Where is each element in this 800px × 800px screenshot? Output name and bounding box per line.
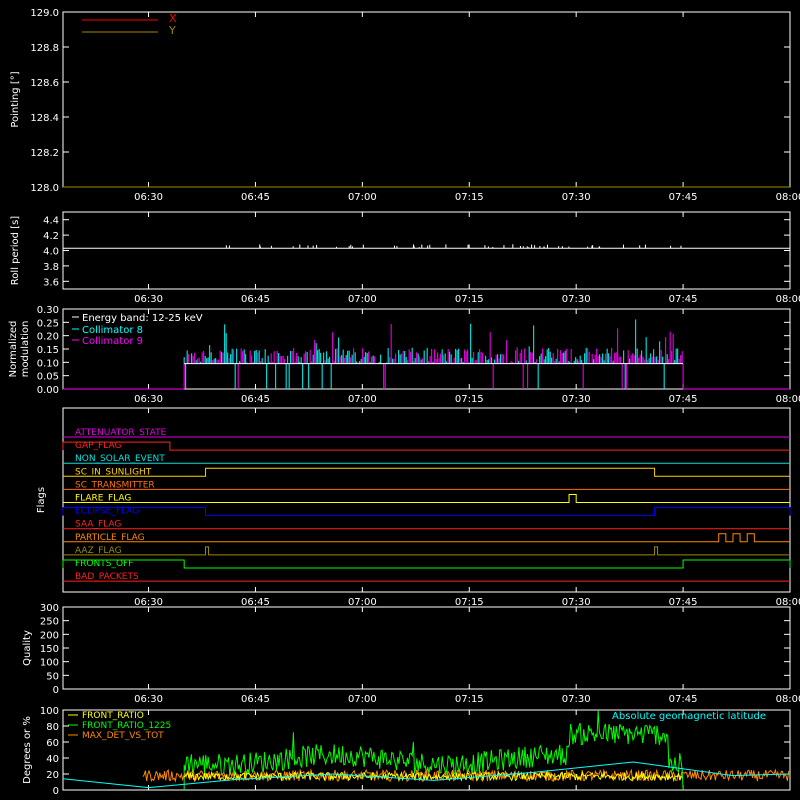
roll-panel (62, 211, 791, 290)
flags-panel (62, 407, 791, 593)
quality-xtick-label: 07:00 (348, 694, 377, 705)
ratios-ytick-label: 20 (46, 770, 59, 781)
quality-ytick-label: 100 (40, 658, 59, 669)
flag-line-fronts_off (62, 559, 791, 569)
pointing-ylabel: Pointing [°] (10, 71, 21, 127)
rhessi-summary-figure: 128.0 128.2 128.4 128.6 128.8 129.0 Pointing [… (8, 8, 800, 797)
modulation-xtick-label: 07:00 (348, 394, 377, 405)
modulation-xtick-label: 06:30 (134, 394, 163, 405)
ratios-annotation: Absolute geomagnetic latitude (612, 711, 766, 722)
pointing-ytick-label: 129.0 (30, 8, 59, 19)
flags-xtick-label: 07:30 (562, 597, 591, 608)
quality-xtick-label: 07:30 (562, 694, 591, 705)
roll-ytick-label: 3.6 (43, 277, 59, 288)
modulation-xtick-label: 06:45 (241, 394, 270, 405)
modulation-ytick-label: 0.15 (37, 345, 59, 356)
modulation-annotation: Energy band: 12-25 keV (82, 313, 203, 324)
modulation-ytick-label: 0.30 (37, 305, 59, 316)
roll-xtick-label: 08:00 (776, 294, 800, 305)
pointing-legend-label-Y: Y (168, 24, 176, 37)
flag-line-flare_flag (63, 494, 790, 503)
flags-xtick-label: 06:45 (241, 597, 270, 608)
quality-ytick-label: 50 (46, 671, 59, 682)
flag-line-eclipse_flag (62, 507, 791, 517)
roll-xtick-label: 07:30 (562, 294, 591, 305)
quality-ylabel: Quality (22, 630, 33, 666)
flag-line-particle_flag (63, 533, 790, 543)
pointing-ytick-label: 128.2 (30, 148, 59, 159)
quality-xtick-label: 07:15 (455, 694, 484, 705)
modulation-ytick-label: 0.20 (37, 332, 59, 343)
roll-ytick-label: 3.8 (43, 262, 59, 273)
flags-frame (62, 407, 791, 593)
pointing-xtick-label: 07:00 (348, 192, 377, 203)
pointing-xtick-label: 07:30 (562, 192, 591, 203)
pointing-xtick-label: 06:30 (134, 192, 163, 203)
modulation-xtick-label: 07:45 (669, 394, 698, 405)
roll-ylabel: Roll period [s] (10, 216, 21, 285)
modulation-xtick-label: 07:30 (562, 394, 591, 405)
pointing-ytick-label: 128.0 (30, 183, 59, 194)
quality-ytick-label: 0 (53, 685, 59, 696)
pointing-panel (62, 11, 791, 188)
modulation-ytick-label: 0.25 (37, 318, 59, 329)
roll-frame (62, 211, 791, 290)
quality-xtick-label: 06:45 (241, 694, 270, 705)
ratios-ytick-label: 60 (46, 738, 59, 749)
roll-ytick-label: 4.0 (43, 247, 59, 258)
quality-xtick-label: 07:45 (669, 694, 698, 705)
roll-ytick-label: 4.2 (43, 231, 59, 242)
flags-xtick-label: 07:00 (348, 597, 377, 608)
flag-line-aaz_flag (63, 546, 790, 556)
roll-xtick-label: 06:30 (134, 294, 163, 305)
quality-ytick-label: 200 (40, 630, 59, 641)
ratios-legend-front_ratio: FRONT_RATIO (82, 711, 144, 721)
flags-xtick-label: 08:00 (776, 597, 800, 608)
modulation-ytick-label: 0.05 (37, 372, 59, 383)
pointing-xtick-label: 06:45 (241, 192, 270, 203)
flag-line-sc_in_sunlight (63, 467, 790, 477)
roll-xtick-label: 07:15 (455, 294, 484, 305)
flags-xtick-label: 06:30 (134, 597, 163, 608)
modulation-xtick-label: 07:15 (455, 394, 484, 405)
flags-ylabel: Flags (36, 487, 47, 513)
pointing-xtick-label: 08:00 (776, 192, 800, 203)
quality-frame (62, 606, 791, 690)
modulation-legend-8: Collimator 8 (82, 325, 143, 336)
ratios-ytick-label: 40 (46, 754, 59, 765)
modulation-xtick-label: 08:00 (776, 394, 800, 405)
pointing-ytick-label: 128.6 (30, 78, 59, 89)
modulation-ytick-label: 0.10 (37, 358, 59, 369)
modulation-ytick-label: 0.00 (37, 385, 59, 396)
roll-ytick-label: 4.4 (43, 216, 59, 227)
ratios-ytick-label: 100 (40, 706, 59, 717)
pointing-ytick-label: 128.4 (30, 113, 59, 124)
quality-xtick-label: 06:30 (134, 694, 163, 705)
quality-xtick-label: 08:00 (776, 694, 800, 705)
modulation-legend-9: Collimator 9 (82, 336, 143, 347)
quality-panel (62, 606, 791, 690)
ratios-legend-max_det_vs_tot: MAX_DET_VS_TOT (82, 731, 164, 741)
pointing-ytick-label: 128.8 (30, 43, 59, 54)
roll-xtick-label: 06:45 (241, 294, 270, 305)
pointing-xtick-label: 07:45 (669, 192, 698, 203)
flags-xtick-label: 07:15 (455, 597, 484, 608)
pointing-frame (62, 11, 791, 188)
quality-ytick-label: 300 (40, 603, 59, 614)
flags-xtick-label: 07:45 (669, 597, 698, 608)
modulation-ylabel-line1: Normalized (8, 321, 19, 378)
flag-line-gap_flag (62, 441, 790, 451)
quality-ytick-label: 250 (40, 617, 59, 628)
ratios-ylabel: Degrees or % (22, 716, 33, 784)
quality-ytick-label: 150 (40, 644, 59, 655)
ratios-legend-front_ratio_1225: FRONT_RATIO_1225 (82, 721, 171, 731)
modulation-ylabel-line2: modulation (20, 321, 31, 378)
ratios-ytick-label: 0 (53, 786, 59, 797)
ratios-ytick-label: 80 (46, 722, 59, 733)
pointing-xtick-label: 07:15 (455, 192, 484, 203)
roll-xtick-label: 07:45 (669, 294, 698, 305)
roll-xtick-label: 07:00 (348, 294, 377, 305)
